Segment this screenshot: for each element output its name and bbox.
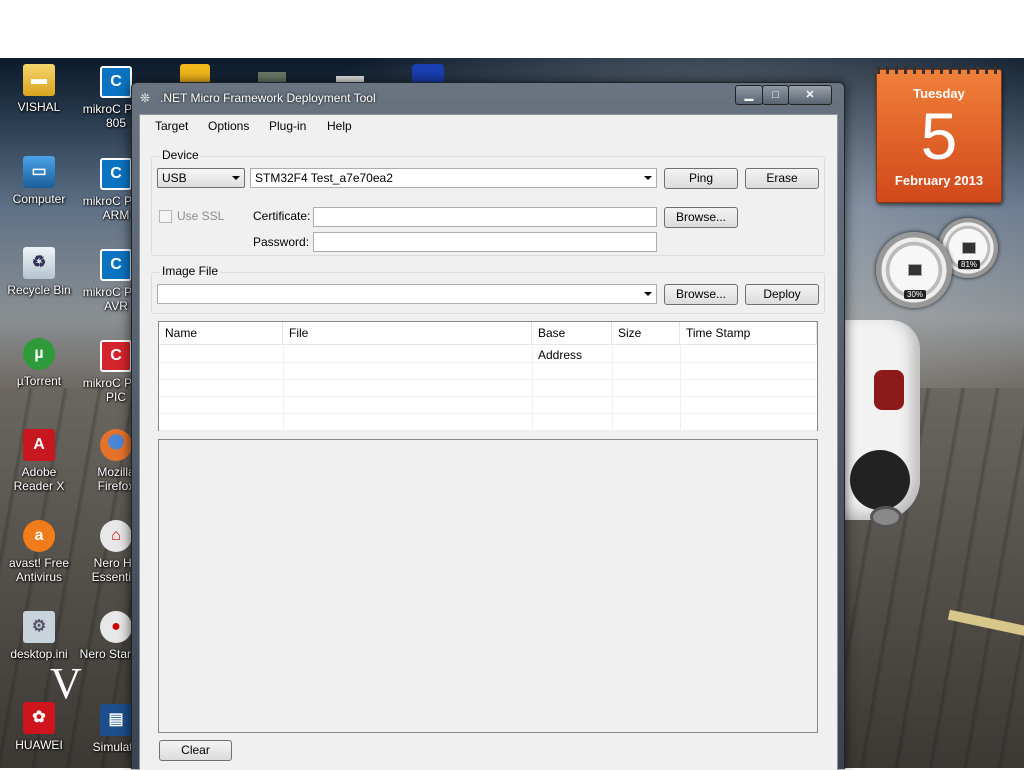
column-header-file[interactable]: File bbox=[283, 322, 532, 344]
recycle-bin-icon: ♻ bbox=[23, 247, 55, 279]
desktop-icon-desktop-ini[interactable]: ⚙ desktop.ini bbox=[1, 611, 77, 661]
app-icon: ❊ bbox=[140, 91, 151, 105]
table-row bbox=[159, 413, 817, 431]
top-blank-area bbox=[0, 0, 1024, 58]
image-browse-button[interactable]: Browse... bbox=[664, 284, 738, 305]
desktop-icon-adobe-reader[interactable]: A Adobe Reader X bbox=[1, 429, 77, 493]
ping-button[interactable]: Ping bbox=[664, 168, 738, 189]
column-divider bbox=[283, 344, 284, 430]
table-row bbox=[159, 362, 817, 380]
deploy-button[interactable]: Deploy bbox=[745, 284, 819, 305]
desktop-icon-label: HUAWEI bbox=[15, 738, 63, 752]
utorrent-icon: µ bbox=[23, 338, 55, 370]
wallpaper-car-wheel bbox=[850, 450, 910, 510]
desktop-icon-label: µTorrent bbox=[16, 374, 62, 388]
desktop-icon-label: Recycle Bin bbox=[7, 283, 71, 297]
simulator-icon: ▤ bbox=[100, 704, 132, 736]
certificate-field[interactable] bbox=[313, 207, 657, 227]
column-divider bbox=[612, 344, 613, 430]
desktop-icon-label: VISHAL bbox=[17, 100, 61, 114]
column-header-base-address[interactable]: Base Address bbox=[532, 322, 612, 362]
image-list-table[interactable]: Name File Base Address Size Time Stamp bbox=[158, 321, 818, 431]
table-header: Name File Base Address Size Time Stamp bbox=[159, 322, 817, 362]
cpu-gauge[interactable]: 30% bbox=[876, 232, 952, 308]
wallpaper-car-light bbox=[874, 370, 904, 410]
avast-icon: a bbox=[23, 520, 55, 552]
certificate-label: Certificate: bbox=[253, 209, 311, 223]
wallpaper-car-exhaust bbox=[870, 506, 902, 528]
computer-icon: ▭ bbox=[23, 156, 55, 188]
menu-help[interactable]: Help bbox=[327, 119, 352, 133]
table-row bbox=[159, 345, 817, 363]
calendar-month-year: February 2013 bbox=[894, 173, 984, 188]
device-select[interactable]: STM32F4 Test_a7e70ea2 bbox=[250, 168, 657, 188]
desktop-icon-label: Adobe Reader X bbox=[13, 465, 65, 493]
menu-options[interactable]: Options bbox=[208, 119, 249, 133]
mikroc-icon: C bbox=[100, 158, 132, 190]
firefox-icon bbox=[100, 429, 132, 461]
desktop-icon-partial-1[interactable] bbox=[180, 64, 210, 84]
desktop-icon-huawei[interactable]: ✿ HUAWEI bbox=[1, 702, 77, 752]
window-title: .NET Micro Framework Deployment Tool bbox=[160, 91, 376, 105]
menu-bar: Target Options Plug-in Help bbox=[140, 115, 837, 137]
device-group-label: Device bbox=[160, 148, 201, 162]
column-divider bbox=[532, 344, 533, 430]
clear-button[interactable]: Clear bbox=[159, 740, 232, 761]
desktop-icon-recycle-bin[interactable]: ♻ Recycle Bin bbox=[1, 247, 77, 297]
huawei-icon: ✿ bbox=[23, 702, 55, 734]
desktop-icon-avast[interactable]: a avast! Free Antivirus bbox=[1, 520, 77, 584]
output-textarea[interactable] bbox=[158, 439, 818, 733]
title-bar[interactable]: ❊ .NET Micro Framework Deployment Tool ▁… bbox=[132, 83, 844, 113]
column-header-size[interactable]: Size bbox=[612, 322, 680, 344]
image-file-group-label: Image File bbox=[160, 264, 221, 278]
mikroc-icon: C bbox=[100, 249, 132, 281]
chevron-down-icon bbox=[644, 176, 652, 180]
desktop-icon-vishal[interactable]: ▬ VISHAL bbox=[1, 64, 77, 114]
memory-value: 81% bbox=[958, 260, 981, 269]
deployment-tool-window: ❊ .NET Micro Framework Deployment Tool ▁… bbox=[131, 82, 845, 770]
table-row bbox=[159, 379, 817, 397]
calendar-rings bbox=[877, 66, 1001, 74]
image-file-select[interactable] bbox=[157, 284, 657, 304]
transport-value: USB bbox=[162, 171, 187, 185]
nero-startsmart-icon: ● bbox=[100, 611, 132, 643]
table-row bbox=[159, 396, 817, 414]
device-value: STM32F4 Test_a7e70ea2 bbox=[255, 171, 393, 185]
column-header-time-stamp[interactable]: Time Stamp bbox=[680, 322, 817, 344]
desktop-icon-utorrent[interactable]: µ µTorrent bbox=[1, 338, 77, 388]
certificate-browse-button[interactable]: Browse... bbox=[664, 207, 738, 228]
use-ssl-checkbox[interactable] bbox=[159, 210, 172, 223]
cpu-value: 30% bbox=[904, 290, 927, 299]
desktop-icon-label: desktop.ini bbox=[10, 647, 68, 661]
transport-select[interactable]: USB bbox=[157, 168, 245, 188]
maximize-button[interactable]: □ bbox=[762, 85, 789, 105]
cpu-chip-icon bbox=[908, 264, 922, 276]
chevron-down-icon bbox=[232, 176, 240, 180]
erase-button[interactable]: Erase bbox=[745, 168, 819, 189]
column-divider bbox=[680, 344, 681, 430]
calendar-date: 5 bbox=[920, 99, 958, 173]
password-field[interactable] bbox=[313, 232, 657, 252]
nero-home-icon: ⌂ bbox=[100, 520, 132, 552]
minimize-button[interactable]: ▁ bbox=[735, 85, 763, 105]
close-button[interactable]: ✕ bbox=[788, 85, 832, 105]
desktop-icon-label: avast! Free Antivirus bbox=[8, 556, 70, 584]
chevron-down-icon bbox=[644, 292, 652, 296]
desktop-icon-computer[interactable]: ▭ Computer bbox=[1, 156, 77, 206]
desktop-icon-label: Computer bbox=[12, 192, 66, 206]
calendar-gadget[interactable]: Tuesday 5 February 2013 bbox=[876, 66, 1002, 203]
mikroc-icon: C bbox=[100, 340, 132, 372]
settings-file-icon: ⚙ bbox=[23, 611, 55, 643]
column-header-name[interactable]: Name bbox=[159, 322, 283, 344]
mikroc-icon: C bbox=[100, 66, 132, 98]
memory-chip-icon bbox=[962, 242, 976, 254]
folder-icon: ▬ bbox=[23, 64, 55, 96]
password-label: Password: bbox=[253, 235, 310, 249]
use-ssl-label: Use SSL bbox=[177, 209, 225, 223]
window-client-area: Target Options Plug-in Help Device USB S… bbox=[139, 114, 838, 770]
menu-plugin[interactable]: Plug-in bbox=[269, 119, 306, 133]
menu-target[interactable]: Target bbox=[155, 119, 188, 133]
adobe-reader-icon: A bbox=[23, 429, 55, 461]
